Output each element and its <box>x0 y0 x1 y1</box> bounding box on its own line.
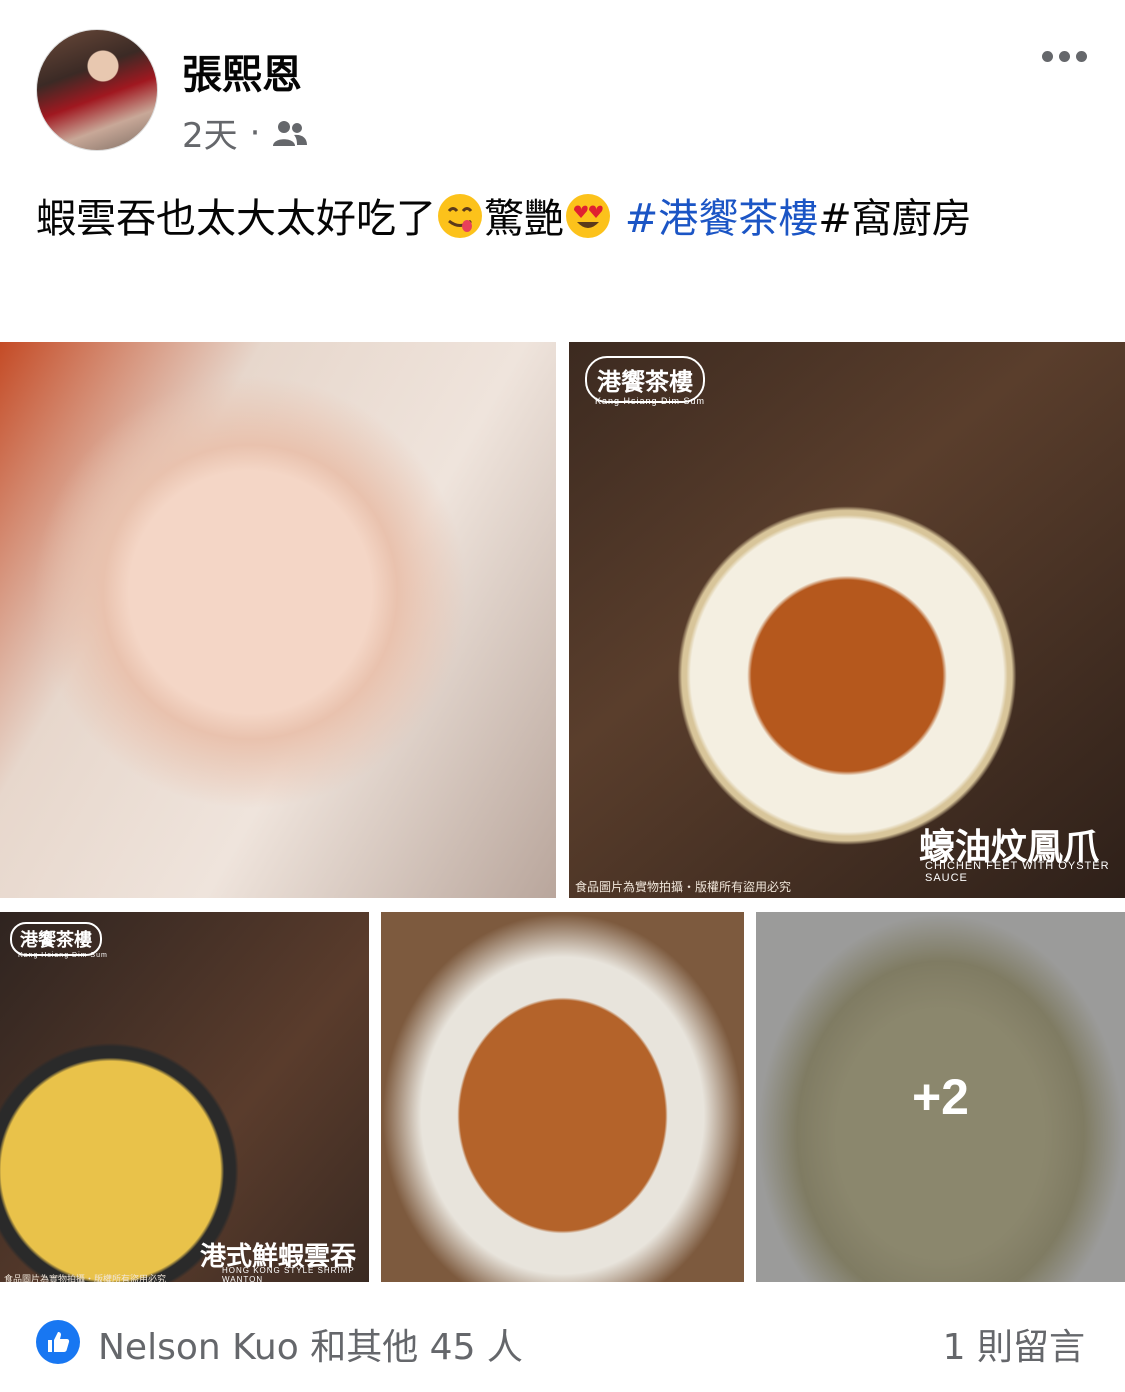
post-meta: 2天 · <box>182 108 308 157</box>
like-icon[interactable] <box>36 1320 80 1364</box>
yum-face-emoji <box>438 194 482 238</box>
post-time[interactable]: 2天 <box>182 108 238 157</box>
friends-icon[interactable] <box>272 119 308 147</box>
brand-logo: 港饗茶樓 <box>10 922 102 956</box>
hashtag-link[interactable]: #港饗茶樓 <box>625 196 819 242</box>
photo-selfie[interactable] <box>0 342 556 898</box>
photo-wonton-soup[interactable]: +2 <box>756 912 1125 1282</box>
brand-subtitle: Kang Hsiang Dim Sum <box>18 952 108 959</box>
author-avatar[interactable] <box>36 29 158 151</box>
heart-eyes-emoji <box>566 194 610 238</box>
more-photos-count[interactable]: +2 <box>756 912 1125 1282</box>
comments-count[interactable]: 1 則留言 <box>943 1318 1085 1370</box>
thumbs-up-icon <box>48 1332 70 1352</box>
author-name[interactable]: 張熙恩 <box>182 42 302 100</box>
more-options-button[interactable] <box>1042 44 1090 68</box>
reactions-summary[interactable]: Nelson Kuo 和其他 45 人 <box>98 1318 523 1370</box>
photo-grid: 港饗茶樓 Kang Hsiang Dim Sum 蠔油炆鳳爪 CHICHEN F… <box>0 342 1125 1282</box>
post-text: 蝦雲吞也太大太好吃了 驚艷 #港饗茶樓#窩廚房 <box>36 186 1086 252</box>
brand-subtitle: Kang Hsiang Dim Sum <box>595 396 706 406</box>
dish-caption-en: HONG KONG STYLE SHRIMP WANTON <box>222 1266 355 1282</box>
dish-caption-en: CHICHEN FEET WITH OYSTER SAUCE <box>925 860 1110 884</box>
more-dot <box>1076 50 1087 62</box>
post-footer: Nelson Kuo 和其他 45 人 1 則留言 <box>0 1296 1125 1392</box>
post-text-main: 蝦雲吞也太大太好吃了 <box>36 196 436 242</box>
post-text-end: #窩廚房 <box>818 196 972 242</box>
photo-chicken-feet-real[interactable] <box>381 912 744 1282</box>
post-text-mid: 驚艷 <box>484 196 564 242</box>
photo-disclaimer: 食品圖片為實物拍攝・版權所有盜用必究 <box>575 880 792 894</box>
photo-chicken-feet[interactable]: 港饗茶樓 Kang Hsiang Dim Sum 蠔油炆鳳爪 CHICHEN F… <box>569 342 1125 898</box>
post-header: 張熙恩 2天 · <box>0 0 1125 170</box>
meta-separator: · <box>249 112 261 153</box>
photo-shrimp-wonton[interactable]: 港饗茶樓 Kang Hsiang Dim Sum 港式鮮蝦雲吞 HONG KON… <box>0 912 369 1282</box>
photo-disclaimer: 食品圖片為實物拍攝・版權所有盜用必究 <box>4 1275 167 1282</box>
more-dot <box>1042 50 1053 62</box>
more-dot <box>1059 50 1070 62</box>
